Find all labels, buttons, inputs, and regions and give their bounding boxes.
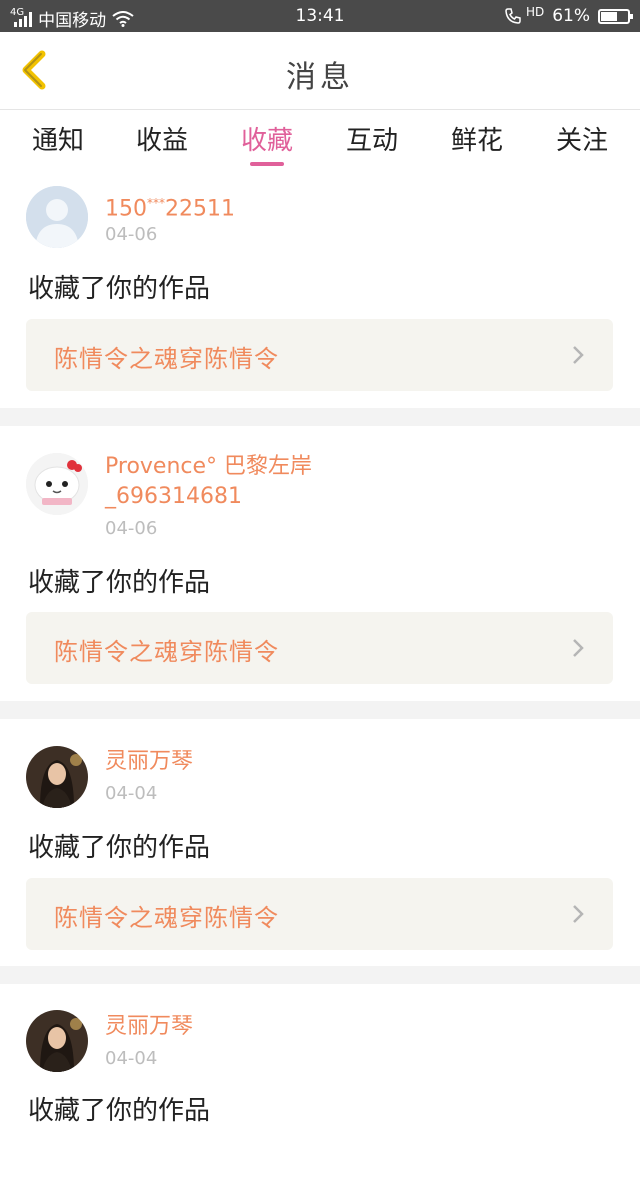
tab-flowers[interactable]: 鲜花 bbox=[437, 120, 517, 157]
tab-interaction[interactable]: 互动 bbox=[332, 120, 412, 157]
status-right: HD 61% bbox=[504, 5, 633, 26]
battery-level bbox=[601, 11, 617, 21]
user-name-suffix: 22511 bbox=[165, 196, 235, 222]
user-name[interactable]: 150***22511 bbox=[105, 188, 405, 224]
tab-label: 收益 bbox=[135, 126, 188, 156]
avatar[interactable] bbox=[26, 453, 88, 515]
work-link[interactable]: 陈情令之魂穿陈情令 bbox=[26, 319, 613, 391]
list-item: Provence° 巴黎左岸 _696314681 04-06 收藏了你的作品 … bbox=[0, 426, 640, 701]
avatar[interactable] bbox=[26, 1010, 88, 1072]
tab-underline bbox=[250, 162, 284, 166]
message-date: 04-04 bbox=[105, 1048, 158, 1069]
message-date: 04-06 bbox=[105, 224, 158, 245]
list-item: 灵丽万琴 04-04 收藏了你的作品 bbox=[0, 984, 640, 1184]
default-avatar-icon bbox=[26, 186, 88, 248]
avatar[interactable] bbox=[26, 186, 88, 248]
action-text: 收藏了你的作品 bbox=[28, 1096, 211, 1126]
tab-label: 关注 bbox=[555, 126, 608, 156]
chevron-right-icon bbox=[573, 905, 584, 923]
user-name[interactable]: 灵丽万琴 bbox=[105, 1012, 405, 1042]
battery-icon bbox=[598, 8, 633, 24]
avatar[interactable] bbox=[26, 746, 88, 808]
avatar-image bbox=[26, 453, 88, 515]
user-name-mask: *** bbox=[147, 196, 165, 210]
battery-percent: 61% bbox=[552, 6, 590, 26]
avatar-image bbox=[26, 1010, 88, 1072]
chevron-right-icon bbox=[573, 346, 584, 364]
divider bbox=[0, 408, 640, 426]
action-text: 收藏了你的作品 bbox=[28, 274, 211, 304]
divider bbox=[0, 966, 640, 984]
list-item: 150***22511 04-06 收藏了你的作品 陈情令之魂穿陈情令 bbox=[0, 168, 640, 408]
tab-earnings[interactable]: 收益 bbox=[122, 120, 202, 157]
tab-label: 收藏 bbox=[240, 126, 293, 156]
tab-follow[interactable]: 关注 bbox=[542, 120, 622, 157]
status-bar: 4G 中国移动 13:41 HD 61% bbox=[0, 0, 640, 32]
message-list: 150***22511 04-06 收藏了你的作品 陈情令之魂穿陈情令 Prov… bbox=[0, 168, 640, 1184]
page-title: 消息 bbox=[286, 60, 354, 95]
divider bbox=[0, 701, 640, 719]
work-link[interactable]: 陈情令之魂穿陈情令 bbox=[26, 612, 613, 684]
tab-bar: 通知 收益 收藏 互动 鲜花 关注 bbox=[0, 110, 640, 168]
header: 消息 bbox=[0, 32, 640, 110]
work-title: 陈情令之魂穿陈情令 bbox=[54, 904, 279, 932]
tab-label: 鲜花 bbox=[450, 126, 503, 156]
hd-badge: HD bbox=[525, 5, 545, 19]
tab-favorites[interactable]: 收藏 bbox=[227, 120, 307, 166]
work-link[interactable]: 陈情令之魂穿陈情令 bbox=[26, 878, 613, 950]
message-date: 04-04 bbox=[105, 783, 158, 804]
chevron-right-icon bbox=[573, 639, 584, 657]
user-name[interactable]: 灵丽万琴 bbox=[105, 747, 405, 777]
work-title: 陈情令之魂穿陈情令 bbox=[54, 638, 279, 666]
avatar-image bbox=[26, 746, 88, 808]
phone-icon bbox=[505, 8, 521, 24]
user-name-line-1[interactable]: Provence° 巴黎左岸 bbox=[105, 452, 405, 482]
work-title: 陈情令之魂穿陈情令 bbox=[54, 345, 279, 373]
action-text: 收藏了你的作品 bbox=[28, 568, 211, 598]
list-item: 灵丽万琴 04-04 收藏了你的作品 陈情令之魂穿陈情令 bbox=[0, 719, 640, 966]
tab-label: 互动 bbox=[345, 126, 398, 156]
tab-notice[interactable]: 通知 bbox=[18, 120, 98, 157]
tab-label: 通知 bbox=[31, 126, 84, 156]
action-text: 收藏了你的作品 bbox=[28, 833, 211, 863]
user-name-prefix: 150 bbox=[105, 196, 147, 222]
message-date: 04-06 bbox=[105, 518, 158, 539]
user-name-line-2[interactable]: _696314681 bbox=[105, 482, 405, 512]
